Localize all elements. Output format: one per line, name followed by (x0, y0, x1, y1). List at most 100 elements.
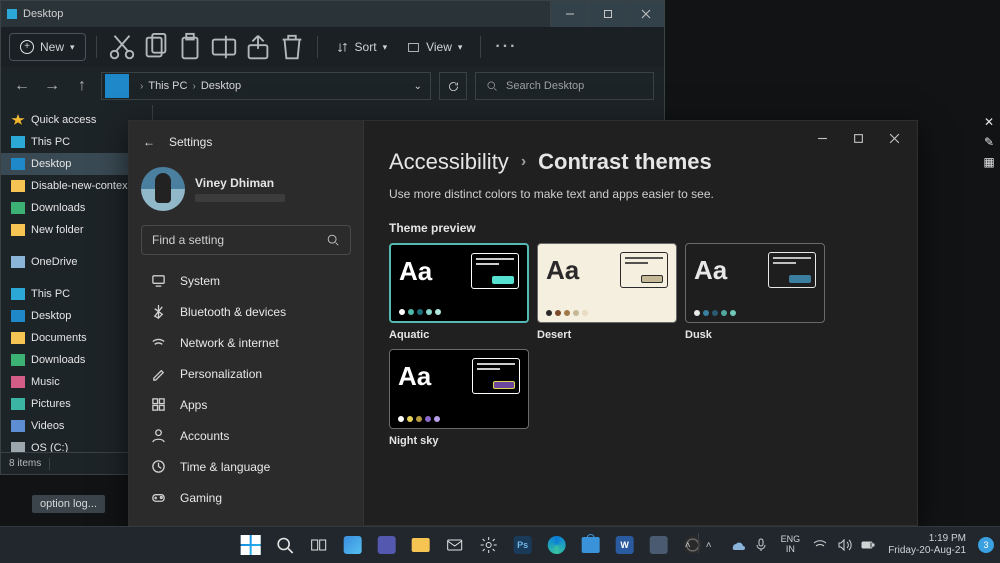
breadcrumb-accessibility[interactable]: Accessibility (389, 149, 509, 175)
widgets-icon[interactable] (338, 530, 368, 560)
avatar (141, 167, 185, 211)
tray-overflow-icon[interactable]: ˄ (680, 533, 696, 557)
breadcrumb-contrast-themes: Contrast themes (538, 149, 712, 175)
screenshot-tool-handles[interactable]: ✕ ✎ ▦ (981, 115, 997, 171)
start-button[interactable] (236, 530, 266, 560)
theme-aquatic[interactable]: Aa (389, 243, 529, 323)
notification-badge[interactable]: 3 (978, 537, 994, 553)
settings-breadcrumb: Accessibility › Contrast themes (389, 149, 891, 175)
settings-nav-personalization[interactable]: Personalization (141, 358, 351, 389)
profile-status-placeholder (195, 194, 285, 202)
theme-label-aquatic: Aquatic (389, 329, 529, 341)
cut-icon[interactable] (107, 32, 137, 62)
find-setting-placeholder: Find a setting (152, 233, 224, 247)
photoshop-icon[interactable]: Ps (508, 530, 538, 560)
onedrive-tray-icon[interactable] (729, 537, 745, 553)
paste-icon[interactable] (175, 32, 205, 62)
refresh-button[interactable] (439, 72, 467, 100)
profile-name: Viney Dhiman (195, 176, 285, 190)
settings-window: ← Settings Viney Dhiman Find a setting S… (128, 120, 918, 526)
explorer-title: Desktop (23, 8, 63, 20)
settings-close-button[interactable] (877, 127, 911, 149)
share-icon[interactable] (243, 32, 273, 62)
delete-icon[interactable] (277, 32, 307, 62)
theme-preview-grid: Aa Aquatic Aa Desert Aa Dusk (389, 243, 829, 447)
taskbar-search-icon[interactable] (270, 530, 300, 560)
rename-icon[interactable] (209, 32, 239, 62)
chevron-right-icon: › (521, 153, 526, 171)
tray-chevron-icon[interactable]: ˄ (701, 533, 717, 557)
explorer-address-row: ← → ↑ › This PC › Desktop ⌄ Search Deskt… (1, 67, 664, 105)
settings-nav-apps[interactable]: Apps (141, 389, 351, 420)
close-icon[interactable]: ✕ (981, 115, 997, 131)
clock-time: 1:19 PM (929, 533, 966, 545)
explorer-icon[interactable] (406, 530, 436, 560)
settings-main: Accessibility › Contrast themes Use more… (363, 121, 917, 525)
settings-subheading: Use more distinct colors to make text an… (389, 187, 891, 201)
settings-nav-network[interactable]: Network & internet (141, 327, 351, 358)
settings-nav-gaming[interactable]: Gaming (141, 482, 351, 513)
address-bar[interactable]: › This PC › Desktop ⌄ (101, 72, 431, 100)
breadcrumb-desktop[interactable]: Desktop (201, 80, 241, 92)
volume-icon[interactable] (836, 537, 852, 553)
chevron-down-icon[interactable]: ⌄ (414, 81, 422, 92)
sort-button[interactable]: Sort ▾ (328, 33, 396, 61)
explorer-toolbar: + New ▾ Sort ▾ View ▾ ··· (1, 27, 664, 67)
wifi-icon[interactable] (812, 537, 828, 553)
settings-sidebar: ← Settings Viney Dhiman Find a setting S… (129, 121, 363, 525)
settings-nav-system[interactable]: System (141, 265, 351, 296)
tools-icon[interactable]: ✎ (981, 135, 997, 151)
settings-nav-accounts[interactable]: Accounts (141, 420, 351, 451)
search-icon (486, 80, 498, 92)
explorer-titlebar[interactable]: Desktop (1, 1, 664, 27)
breadcrumb-thispc[interactable]: This PC (148, 80, 187, 92)
copy-icon[interactable] (141, 32, 171, 62)
settings-icon[interactable] (474, 530, 504, 560)
chevron-right-icon: › (192, 81, 195, 92)
battery-icon[interactable] (860, 537, 876, 553)
edge-icon[interactable] (542, 530, 572, 560)
view-label: View (426, 40, 452, 54)
language-indicator[interactable]: ENGIN (781, 535, 801, 555)
status-item-count: 8 items (9, 458, 41, 469)
clock-date: Friday-20-Aug-21 (888, 545, 966, 557)
grid-icon[interactable]: ▦ (981, 155, 997, 171)
taskbar-tray: ˄ ˄ ENGIN 1:19 PM Friday-20-Aug-21 3 (680, 533, 994, 557)
more-icon[interactable]: ··· (491, 32, 521, 62)
paint-icon[interactable] (644, 530, 674, 560)
view-button[interactable]: View ▾ (399, 33, 470, 61)
back-button[interactable]: ← (11, 75, 33, 97)
taskbar-center: Ps W (236, 530, 708, 560)
explorer-search-input[interactable]: Search Desktop (475, 72, 654, 100)
settings-minimize-button[interactable] (805, 127, 839, 149)
sort-label: Sort (355, 40, 377, 54)
settings-back-button[interactable]: ← Settings (141, 135, 351, 149)
clock[interactable]: 1:19 PM Friday-20-Aug-21 (888, 533, 966, 557)
microphone-icon[interactable] (753, 537, 769, 553)
explorer-close-button[interactable] (626, 1, 664, 27)
search-placeholder: Search Desktop (506, 80, 584, 92)
up-button[interactable]: ↑ (71, 75, 93, 97)
taskbar: Ps W ˄ ˄ ENGIN 1:19 PM Friday-20-Aug-21 … (0, 526, 1000, 563)
theme-preview-label: Theme preview (389, 221, 891, 235)
explorer-maximize-button[interactable] (588, 1, 626, 27)
theme-night-sky[interactable]: Aa (389, 349, 529, 429)
teams-icon[interactable] (372, 530, 402, 560)
find-setting-input[interactable]: Find a setting (141, 225, 351, 255)
settings-maximize-button[interactable] (841, 127, 875, 149)
settings-nav-time[interactable]: Time & language (141, 451, 351, 482)
settings-profile[interactable]: Viney Dhiman (141, 167, 351, 211)
settings-nav-bluetooth[interactable]: Bluetooth & devices (141, 296, 351, 327)
word-icon[interactable]: W (610, 530, 640, 560)
search-icon (326, 233, 340, 247)
new-button[interactable]: + New ▾ (9, 33, 86, 61)
explorer-minimize-button[interactable] (550, 1, 588, 27)
theme-label-desert: Desert (537, 329, 677, 341)
store-icon[interactable] (576, 530, 606, 560)
theme-dusk[interactable]: Aa (685, 243, 825, 323)
theme-label-night-sky: Night sky (389, 435, 529, 447)
theme-desert[interactable]: Aa (537, 243, 677, 323)
mail-icon[interactable] (440, 530, 470, 560)
forward-button[interactable]: → (41, 75, 63, 97)
task-view-icon[interactable] (304, 530, 334, 560)
